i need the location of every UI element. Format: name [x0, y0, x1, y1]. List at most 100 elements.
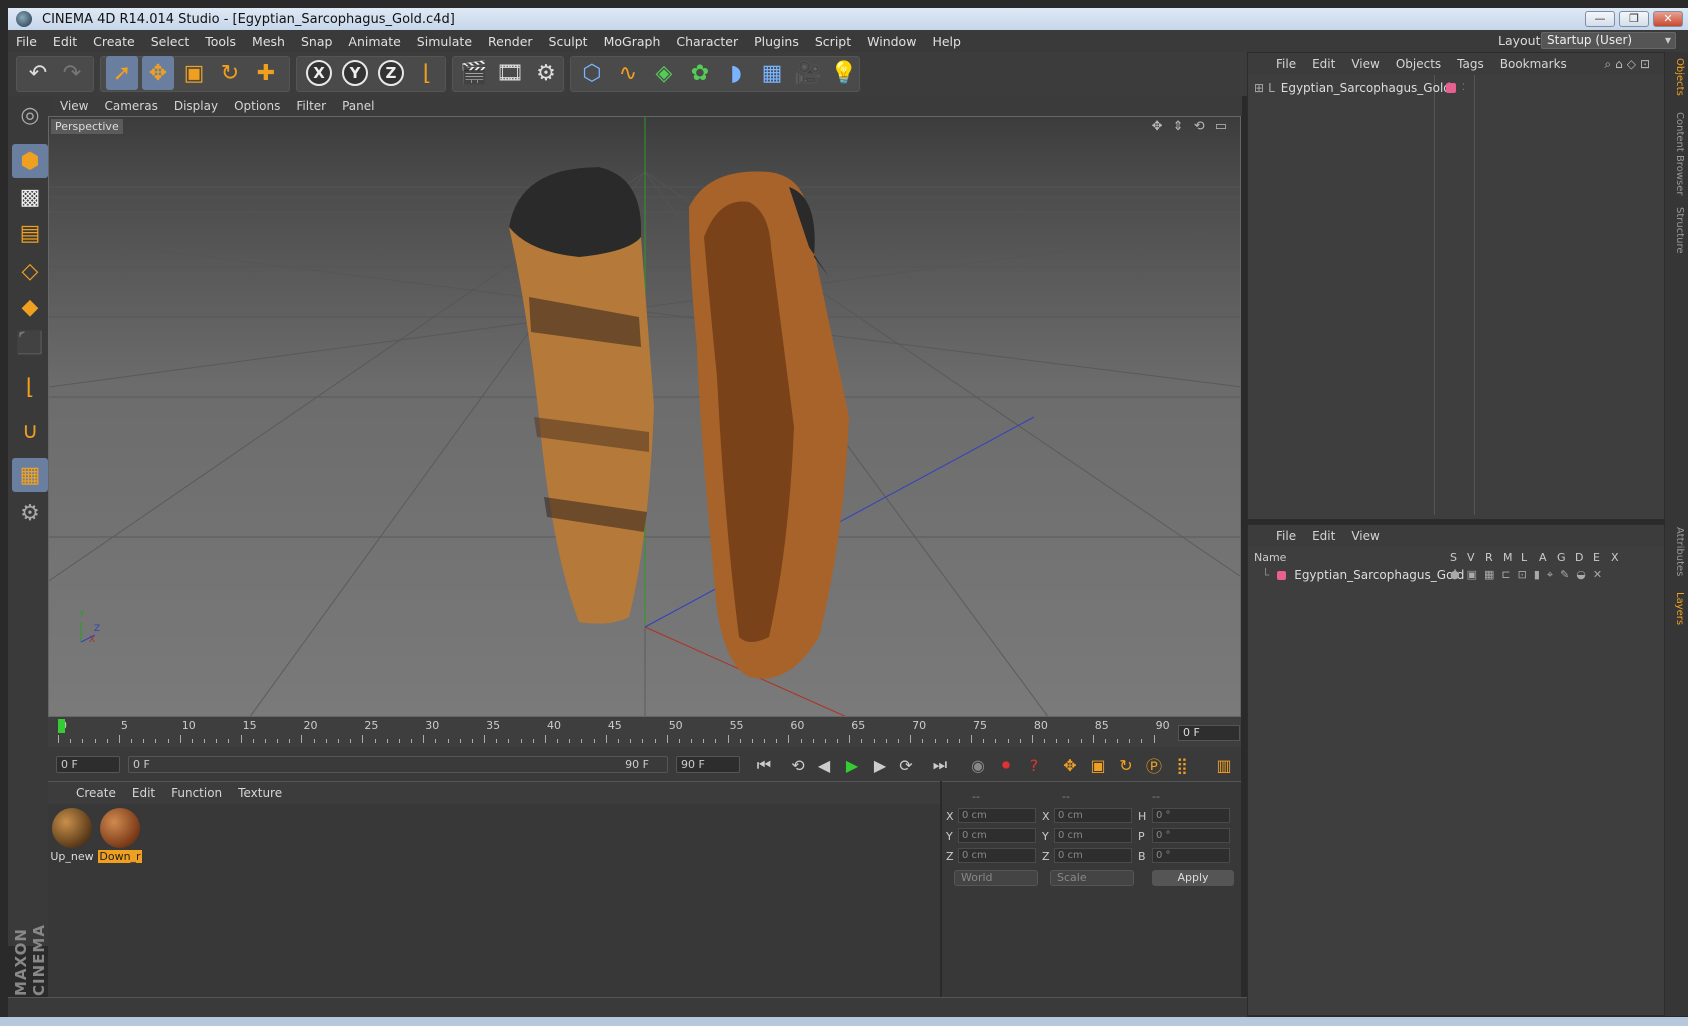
edit-render-settings-icon[interactable]: ⚙: [530, 56, 562, 90]
model-mode-icon[interactable]: ⬢: [12, 144, 48, 178]
menu-character[interactable]: Character: [668, 34, 746, 49]
enable-snap-icon[interactable]: ▦: [12, 458, 48, 492]
key-parameter-icon[interactable]: Ⓟ: [1142, 754, 1166, 776]
viewport-menu-cameras[interactable]: Cameras: [96, 99, 165, 113]
om-menu-tags[interactable]: Tags: [1449, 57, 1492, 71]
keyframe-selection-icon[interactable]: ?: [1022, 754, 1046, 776]
viewport-nav-icons[interactable]: ✥ ⇕ ⟲ ▭: [1152, 119, 1230, 134]
key-rotation-icon[interactable]: ↻: [1114, 754, 1138, 776]
material-menu-edit[interactable]: Edit: [124, 786, 163, 800]
tab-attributes[interactable]: Attributes: [1668, 527, 1685, 576]
viewport-menu-view[interactable]: View: [52, 99, 96, 113]
move-icon[interactable]: ✥: [142, 56, 174, 90]
make-editable-icon[interactable]: ◎: [12, 98, 48, 132]
size-mode-dropdown[interactable]: Scale: [1050, 870, 1134, 886]
live-selection-icon[interactable]: ➚: [106, 56, 138, 90]
om-menu-bookmarks[interactable]: Bookmarks: [1492, 57, 1575, 71]
goto-prev-key-icon[interactable]: ⟲: [786, 754, 810, 776]
lm-menu-file[interactable]: File: [1268, 529, 1304, 543]
minimize-button[interactable]: —: [1585, 11, 1615, 27]
pos-y-field[interactable]: 0 cm: [958, 828, 1036, 843]
coordinate-system-icon[interactable]: ⌊: [411, 56, 443, 90]
viewport-scene[interactable]: Y Z X: [49, 117, 1241, 717]
object-row[interactable]: ⊞ L Egyptian_Sarcophagus_Gold ⁚: [1254, 81, 1465, 95]
layer-name[interactable]: Egyptian_Sarcophagus_Gold: [1294, 568, 1464, 582]
menu-plugins[interactable]: Plugins: [746, 34, 807, 49]
om-menu-file[interactable]: File: [1268, 57, 1304, 71]
menu-mograph[interactable]: MoGraph: [596, 34, 669, 49]
layer-toggle-icons[interactable]: ●▣▦⊏⊡▮⌖✎◒✕: [1450, 568, 1609, 582]
om-menu-edit[interactable]: Edit: [1304, 57, 1343, 71]
magnet-icon[interactable]: ∪: [12, 414, 48, 448]
edges-mode-icon[interactable]: ◆: [12, 290, 48, 324]
x-axis-lock-icon[interactable]: X: [303, 56, 335, 90]
lm-menu-view[interactable]: View: [1343, 529, 1387, 543]
viewport-menu-panel[interactable]: Panel: [334, 99, 382, 113]
menu-mesh[interactable]: Mesh: [244, 34, 293, 49]
end-frame-field[interactable]: 90 F: [676, 756, 740, 773]
autokey-icon[interactable]: ⏺: [994, 754, 1018, 776]
menu-simulate[interactable]: Simulate: [409, 34, 480, 49]
polygons-mode-icon[interactable]: ⬛: [12, 326, 48, 360]
coordinate-mode-dropdown[interactable]: World: [954, 870, 1038, 886]
array-icon[interactable]: ✿: [684, 56, 716, 90]
viewport-menu-options[interactable]: Options: [226, 99, 288, 113]
om-search-icon[interactable]: ⌕⌂◇⊡: [1604, 57, 1654, 72]
rot-h-field[interactable]: 0 °: [1152, 808, 1230, 823]
rotate-icon[interactable]: ↻: [214, 56, 246, 90]
next-frame-icon[interactable]: ▶: [868, 754, 892, 776]
floor-icon[interactable]: ▦: [756, 56, 788, 90]
texture-mode-icon[interactable]: ▩: [12, 180, 48, 214]
start-frame-field[interactable]: 0 F: [56, 756, 120, 773]
workplane-mode-icon[interactable]: ▤: [12, 216, 48, 250]
layer-row[interactable]: └ Egyptian_Sarcophagus_Gold ●▣▦⊏⊡▮⌖✎◒✕: [1262, 568, 1602, 582]
menu-create[interactable]: Create: [85, 34, 143, 49]
tab-objects[interactable]: Objects: [1668, 58, 1685, 96]
close-button[interactable]: ✕: [1653, 11, 1683, 27]
current-frame-field[interactable]: 0 F: [1178, 725, 1240, 741]
goto-start-icon[interactable]: ⏮: [752, 754, 776, 776]
key-position-icon[interactable]: ✥: [1058, 754, 1082, 776]
object-name[interactable]: Egyptian_Sarcophagus_Gold: [1281, 81, 1451, 95]
pos-x-field[interactable]: 0 cm: [958, 808, 1036, 823]
viewport-menu-filter[interactable]: Filter: [288, 99, 334, 113]
prev-frame-icon[interactable]: ◀: [812, 754, 836, 776]
cube-icon[interactable]: ⬡: [576, 56, 608, 90]
points-mode-icon[interactable]: ◇: [12, 254, 48, 288]
expand-icon[interactable]: ⊞: [1254, 81, 1264, 95]
key-pla-icon[interactable]: ⣿: [1170, 754, 1194, 776]
record-keys-icon[interactable]: ◉: [966, 754, 990, 776]
layout-dropdown[interactable]: Startup (User): [1541, 32, 1676, 49]
menu-edit[interactable]: Edit: [45, 34, 85, 49]
undo-icon[interactable]: ↶: [22, 56, 54, 90]
tab-layers[interactable]: Layers: [1668, 592, 1685, 625]
lm-menu-edit[interactable]: Edit: [1304, 529, 1343, 543]
light-icon[interactable]: 💡: [828, 56, 860, 90]
timeline-ticks[interactable]: 051015202530354045505560657075808590: [58, 717, 1178, 747]
render-view-icon[interactable]: 🎬: [458, 56, 490, 90]
preview-range-slider[interactable]: 0 F 90 F: [128, 756, 668, 773]
key-scale-icon[interactable]: ▣: [1086, 754, 1110, 776]
render-picture-viewer-icon[interactable]: 🎞: [494, 56, 526, 90]
goto-end-icon[interactable]: ⏭: [928, 754, 952, 776]
tab-content-browser[interactable]: Content Browser: [1668, 112, 1685, 195]
timeline-window-icon[interactable]: ▥: [1212, 754, 1236, 776]
menu-animate[interactable]: Animate: [340, 34, 408, 49]
perspective-viewport[interactable]: Y Z X Perspective ✥ ⇕ ⟲ ▭: [48, 116, 1241, 717]
menu-render[interactable]: Render: [480, 34, 541, 49]
camera-icon[interactable]: 🎥: [792, 56, 824, 90]
layer-color-chip[interactable]: [1277, 570, 1287, 580]
layer-color-chip[interactable]: [1446, 83, 1456, 93]
size-x-field[interactable]: 0 cm: [1054, 808, 1132, 823]
menu-snap[interactable]: Snap: [293, 34, 340, 49]
sarcophagus-lid-model[interactable]: [509, 167, 654, 624]
timeline-ruler[interactable]: 051015202530354045505560657075808590 0 F: [48, 717, 1241, 747]
om-menu-view[interactable]: View: [1343, 57, 1387, 71]
menu-select[interactable]: Select: [143, 34, 198, 49]
workplane-lock-icon[interactable]: ⚙: [12, 496, 48, 530]
tab-structure[interactable]: Structure: [1668, 207, 1685, 254]
material-menu-function[interactable]: Function: [163, 786, 230, 800]
scale-icon[interactable]: ▣: [178, 56, 210, 90]
material-menu-create[interactable]: Create: [68, 786, 124, 800]
add-icon[interactable]: ✚: [250, 56, 282, 90]
